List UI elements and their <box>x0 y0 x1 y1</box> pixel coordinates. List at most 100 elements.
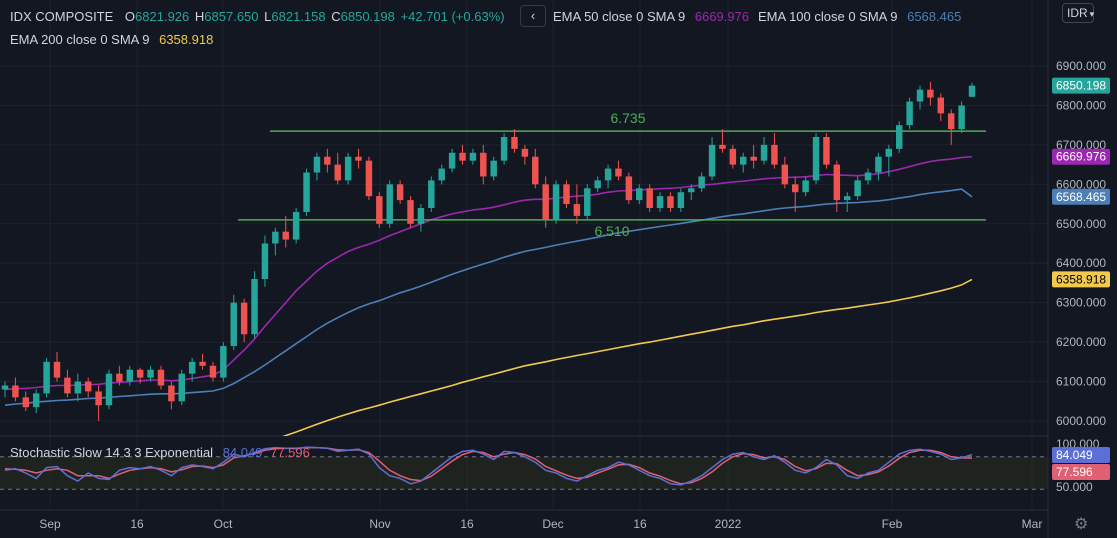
candle[interactable] <box>750 144 757 169</box>
candle[interactable] <box>251 271 258 339</box>
candle[interactable] <box>334 152 341 185</box>
candle[interactable] <box>230 294 237 350</box>
candle[interactable] <box>667 192 674 212</box>
candle[interactable] <box>407 196 414 228</box>
candle[interactable] <box>74 373 82 402</box>
candle[interactable] <box>573 184 581 224</box>
candle[interactable] <box>178 369 185 406</box>
candle[interactable] <box>594 176 601 193</box>
candle[interactable] <box>677 188 685 212</box>
candle[interactable] <box>282 215 289 248</box>
candle[interactable] <box>625 172 633 205</box>
candle[interactable] <box>64 369 71 398</box>
candle[interactable] <box>105 369 113 410</box>
ema200-tag[interactable]: 6358.918 <box>1052 271 1110 288</box>
candle[interactable] <box>864 168 872 185</box>
last-price-tag[interactable]: 6850.198 <box>1052 77 1110 94</box>
candle[interactable] <box>220 342 227 382</box>
candle[interactable] <box>875 152 882 181</box>
candle[interactable] <box>781 156 789 189</box>
candle[interactable] <box>968 82 976 98</box>
candle[interactable] <box>95 385 102 422</box>
candle[interactable] <box>854 176 861 201</box>
candle[interactable] <box>895 121 903 153</box>
candle[interactable] <box>292 208 300 244</box>
candle[interactable] <box>708 137 716 181</box>
candle[interactable] <box>906 97 913 130</box>
candle[interactable] <box>147 365 154 382</box>
ema100-legend[interactable]: EMA 100 close 0 SMA 9 6568.465 <box>758 9 963 24</box>
stoch-k-tag[interactable]: 84.049 <box>1052 447 1110 463</box>
candle[interactable] <box>240 298 248 343</box>
ema50-legend[interactable]: EMA 50 close 0 SMA 9 6669.976 <box>553 9 751 24</box>
candle[interactable] <box>199 353 206 370</box>
candle[interactable] <box>927 81 934 106</box>
candle[interactable] <box>719 129 726 153</box>
candle[interactable] <box>428 176 435 212</box>
candle[interactable] <box>760 137 768 165</box>
time-axis[interactable]: Sep 16 Oct Nov 16 Dec 16 2022 Feb Mar <box>39 517 1042 531</box>
ema200-legend[interactable]: EMA 200 close 0 SMA 9 6358.918 <box>10 32 215 47</box>
currency-dropdown[interactable]: IDR ▾ <box>1062 3 1094 23</box>
candle[interactable] <box>157 365 165 390</box>
candle[interactable] <box>958 101 965 134</box>
candle[interactable] <box>1 381 9 398</box>
candle[interactable] <box>261 235 269 287</box>
candle[interactable] <box>386 180 393 228</box>
candle[interactable] <box>646 184 653 212</box>
candle[interactable] <box>740 152 747 173</box>
candle[interactable] <box>365 156 373 201</box>
candle[interactable] <box>521 144 529 165</box>
candle[interactable] <box>417 204 425 232</box>
candle[interactable] <box>355 148 362 169</box>
stoch-legend[interactable]: Stochastic Slow 14 3 3 Exponential 84.04… <box>10 445 312 460</box>
candlestick-series[interactable] <box>1 81 976 422</box>
candle[interactable] <box>823 133 830 169</box>
candle[interactable] <box>636 184 643 205</box>
candle[interactable] <box>480 144 487 185</box>
candle[interactable] <box>43 357 50 398</box>
candle[interactable] <box>947 109 955 145</box>
candle[interactable] <box>656 192 664 212</box>
candle[interactable] <box>500 133 508 165</box>
candle[interactable] <box>511 129 518 153</box>
stoch-d-tag[interactable]: 77.596 <box>1052 464 1110 480</box>
collapse-legend-button[interactable]: ‹ <box>520 5 546 27</box>
symbol-name[interactable]: IDX COMPOSITE <box>10 9 113 24</box>
candle[interactable] <box>552 180 560 224</box>
candle[interactable] <box>469 148 477 165</box>
candle[interactable] <box>303 168 310 216</box>
candle[interactable] <box>376 192 383 228</box>
candle-body <box>708 144 716 177</box>
candle-body <box>698 176 705 189</box>
candle[interactable] <box>698 172 705 193</box>
candle[interactable] <box>272 227 279 256</box>
candle[interactable] <box>729 144 737 169</box>
ema100-tag[interactable]: 6568.465 <box>1052 188 1110 205</box>
candle[interactable] <box>324 148 331 173</box>
candle[interactable] <box>53 351 61 382</box>
candle[interactable] <box>615 160 622 181</box>
candle[interactable] <box>209 361 217 382</box>
candle[interactable] <box>84 377 92 398</box>
candle[interactable] <box>22 391 30 412</box>
price-axis[interactable]: 6900.0006800.0006700.0006600.0006500.000… <box>1049 0 1117 538</box>
gear-icon[interactable]: ⚙ <box>1074 514 1088 534</box>
candle[interactable] <box>771 133 778 169</box>
candle[interactable] <box>812 133 820 185</box>
candle[interactable] <box>32 389 40 414</box>
candle[interactable] <box>448 148 456 173</box>
candle[interactable] <box>532 148 539 189</box>
candle[interactable] <box>313 152 321 181</box>
candle[interactable] <box>344 152 352 185</box>
ema50-line[interactable] <box>4 155 973 391</box>
candle[interactable] <box>563 180 570 208</box>
ema50-tag[interactable]: 6669.976 <box>1052 148 1110 165</box>
candle[interactable] <box>490 156 497 181</box>
candle[interactable] <box>937 93 945 122</box>
candle[interactable] <box>168 381 175 410</box>
candle[interactable] <box>584 184 591 220</box>
candle[interactable] <box>802 176 809 197</box>
candle[interactable] <box>438 164 445 185</box>
candle[interactable] <box>459 144 466 165</box>
